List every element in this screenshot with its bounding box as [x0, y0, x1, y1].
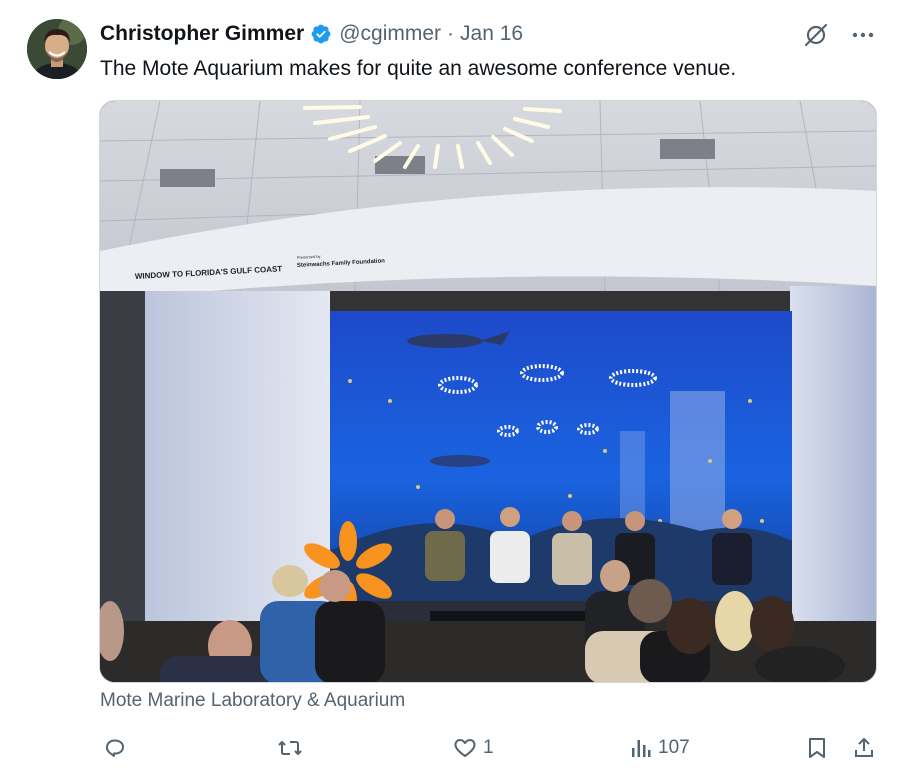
- tweet-header: Christopher Gimmer @cgimmer · Jan 16: [100, 20, 523, 48]
- repost-icon: [278, 740, 302, 756]
- views-icon: [632, 740, 651, 757]
- conference-photo: WINDOW TO FLORIDA'S GULF COAST Presented…: [100, 101, 876, 682]
- header-actions: [803, 22, 875, 48]
- action-bar: 1 107: [0, 730, 901, 766]
- heart-icon: [454, 739, 476, 757]
- reply-button[interactable]: [103, 730, 133, 766]
- author-handle[interactable]: @cgimmer: [339, 22, 441, 46]
- tweet-date[interactable]: Jan 16: [460, 22, 523, 46]
- bookmark-button[interactable]: [806, 730, 828, 766]
- views-count: 107: [658, 737, 690, 758]
- reply-icon: [106, 739, 124, 757]
- grok-icon[interactable]: [803, 22, 829, 48]
- more-icon[interactable]: [851, 23, 875, 47]
- like-button[interactable]: 1: [453, 730, 494, 766]
- location-tag[interactable]: Mote Marine Laboratory & Aquarium: [100, 690, 405, 712]
- verified-badge-icon: [311, 24, 331, 44]
- share-icon: [855, 738, 873, 757]
- separator-dot: ·: [447, 22, 455, 45]
- repost-button[interactable]: [277, 730, 309, 766]
- views-button[interactable]: 107: [630, 730, 690, 766]
- bookmark-icon: [809, 738, 825, 758]
- share-button[interactable]: [852, 730, 876, 766]
- tweet-card[interactable]: Christopher Gimmer @cgimmer · Jan 16 The…: [0, 0, 901, 776]
- tweet-photo[interactable]: WINDOW TO FLORIDA'S GULF COAST Presented…: [99, 100, 877, 683]
- author-name[interactable]: Christopher Gimmer: [100, 22, 304, 46]
- avatar[interactable]: [27, 19, 87, 79]
- tweet-text: The Mote Aquarium makes for quite an awe…: [100, 57, 737, 80]
- like-count: 1: [483, 737, 494, 758]
